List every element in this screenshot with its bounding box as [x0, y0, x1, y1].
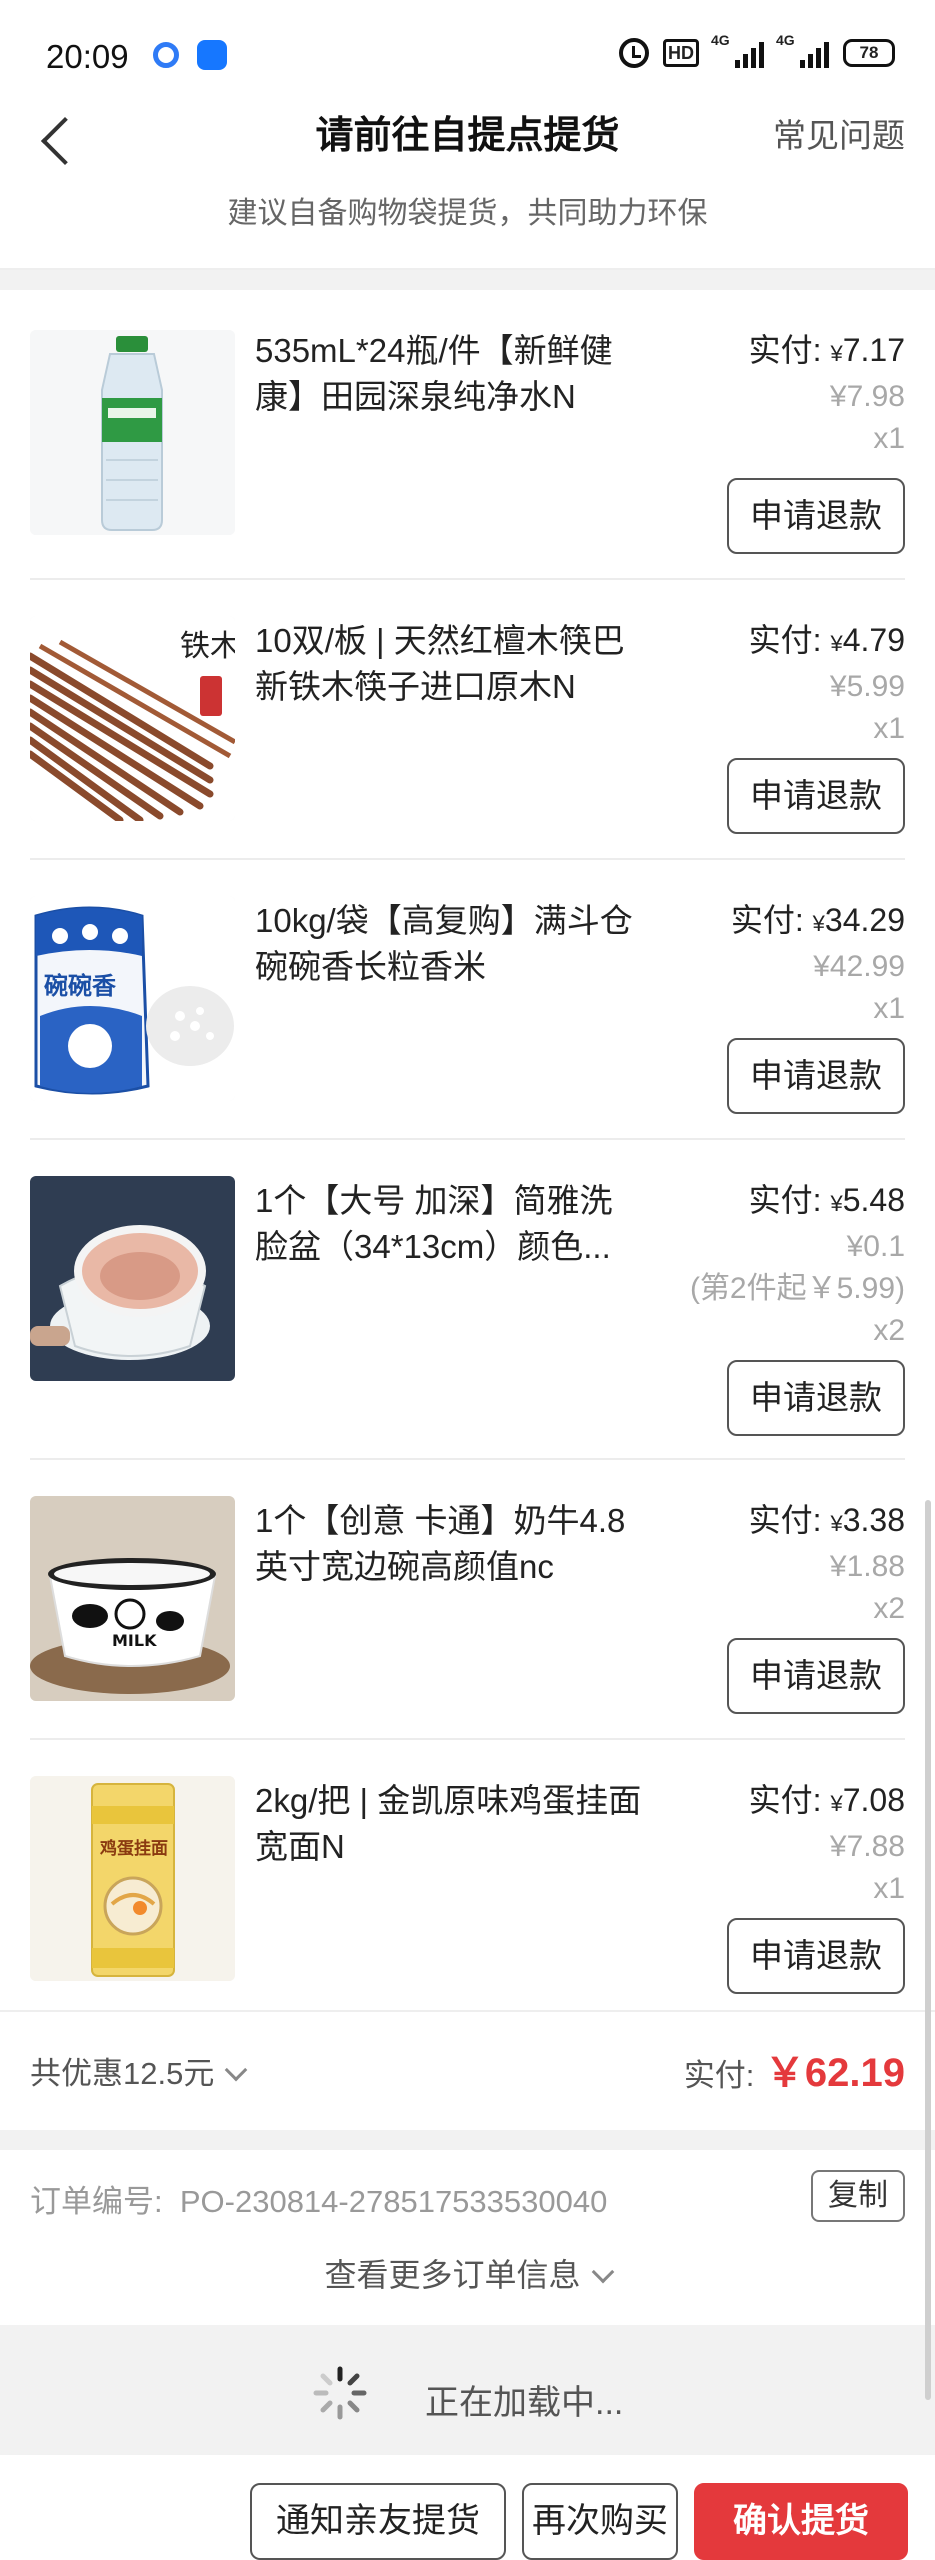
paid-price: 实付: ¥7.08: [748, 1782, 905, 1818]
order-item[interactable]: MILK 1个【创意 卡通】奶牛4.8英寸宽边碗高颜值nc 实付: ¥3.38 …: [0, 1460, 935, 1740]
refund-button[interactable]: 申请退款: [727, 758, 905, 834]
original-price: ¥1.88: [829, 1550, 905, 1583]
product-name[interactable]: 1个【大号 加深】简雅洗脸盆（34*13cm）颜色...: [255, 1178, 645, 1270]
order-info-card: 订单编号: PO-230814-278517533530040 复制 查看更多订…: [0, 2150, 935, 2325]
alarm-icon: [619, 38, 649, 68]
product-thumbnail[interactable]: 碗碗香: [30, 896, 235, 1101]
loading-indicator: 正在加载中...: [0, 2335, 935, 2455]
buy-again-button[interactable]: 再次购买: [522, 2483, 678, 2560]
discount-toggle[interactable]: 共优惠12.5元: [30, 2048, 248, 2093]
order-item[interactable]: 铁木筷 10双/板 | 天然红檀木筷巴新铁木筷子进口原木N 实付: ¥4.79 …: [0, 580, 935, 860]
second-item-price-note: (第2件起￥5.99): [689, 1272, 905, 1305]
product-thumbnail[interactable]: 铁木筷: [30, 616, 235, 821]
refund-button[interactable]: 申请退款: [727, 1918, 905, 1994]
confirm-pickup-button[interactable]: 确认提货: [694, 2483, 908, 2560]
product-name[interactable]: 10双/板 | 天然红檀木筷巴新铁木筷子进口原木N: [255, 618, 645, 710]
product-thumbnail[interactable]: MILK: [30, 1496, 235, 1701]
quantity: x1: [873, 992, 905, 1025]
order-total: 实付: ￥62.19: [684, 2040, 905, 2098]
chevron-down-icon: [591, 2260, 614, 2284]
original-price: ¥42.99: [813, 950, 905, 983]
product-thumbnail-text: 鸡蛋挂面: [99, 1838, 168, 1859]
product-thumbnail[interactable]: [30, 330, 235, 535]
product-thumbnail[interactable]: [30, 1176, 235, 1381]
status-bar: 20:09 HD 4G 4G 78: [0, 0, 935, 110]
price-block: 实付: ¥3.38 ¥1.88 x2: [749, 1498, 905, 1630]
product-thumbnail-text: 碗碗香: [44, 972, 117, 1000]
product-thumbnail-text: MILK: [112, 1631, 157, 1650]
signal-icon: 4G: [776, 32, 829, 68]
faq-link[interactable]: 常见问题: [773, 110, 905, 162]
bottom-action-bar: 通知亲友提货 再次购买 确认提货: [0, 2455, 935, 2560]
chevron-down-icon: [225, 2058, 248, 2082]
product-name[interactable]: 2kg/把 | 金凯原味鸡蛋挂面宽面N: [255, 1778, 645, 1870]
price-block: 实付: ¥7.17 ¥7.98 x1: [749, 328, 905, 460]
total-amount: ￥62.19: [764, 2051, 905, 2095]
signal-icon: 4G: [711, 32, 764, 68]
price-block: 实付: ¥34.29 ¥42.99 x1: [731, 898, 905, 1030]
page-header: 请前往自提点提货 常见问题 建议自备购物袋提货，共同助力环保: [0, 110, 935, 270]
quantity: x1: [873, 1872, 905, 1905]
paid-price: 实付: ¥4.79: [748, 622, 905, 658]
quantity: x2: [873, 1314, 905, 1347]
paid-price: 实付: ¥5.48: [748, 1182, 905, 1218]
product-name[interactable]: 535mL*24瓶/件【新鲜健康】田园深泉纯净水N: [255, 328, 645, 420]
price-block: 实付: ¥4.79 ¥5.99 x1: [749, 618, 905, 750]
spinner-icon: [313, 2366, 367, 2420]
refund-button[interactable]: 申请退款: [727, 478, 905, 554]
order-item[interactable]: 碗碗香 10kg/袋【高复购】满斗仓碗碗香长粒香米 实付: ¥34.29 ¥42…: [0, 860, 935, 1140]
original-price: ¥7.88: [829, 1830, 905, 1863]
total-label: 实付:: [683, 2058, 755, 2093]
refund-button[interactable]: 申请退款: [727, 1638, 905, 1714]
more-order-info-link[interactable]: 查看更多订单信息: [0, 2250, 935, 2296]
quantity: x2: [873, 1592, 905, 1625]
loading-text: 正在加载中...: [425, 2384, 624, 2422]
product-thumbnail[interactable]: 鸡蛋挂面: [30, 1776, 235, 1981]
product-thumbnail-text: 铁木筷: [180, 629, 235, 664]
quantity: x1: [873, 712, 905, 745]
order-summary: 共优惠12.5元 实付: ￥62.19: [0, 2010, 935, 2130]
quantity: x1: [873, 422, 905, 455]
original-price: ¥0.1: [846, 1230, 905, 1263]
scrollbar[interactable]: [925, 1500, 931, 2400]
refund-button[interactable]: 申请退款: [727, 1360, 905, 1436]
price-block: 实付: ¥5.48 ¥0.1 (第2件起￥5.99) x2: [690, 1178, 905, 1352]
copy-button[interactable]: 复制: [811, 2170, 905, 2222]
original-price: ¥5.99: [829, 670, 905, 703]
order-items-card: 535mL*24瓶/件【新鲜健康】田园深泉纯净水N 实付: ¥7.17 ¥7.9…: [0, 290, 935, 2010]
order-item[interactable]: 535mL*24瓶/件【新鲜健康】田园深泉纯净水N 实付: ¥7.17 ¥7.9…: [0, 290, 935, 580]
refund-button[interactable]: 申请退款: [727, 1038, 905, 1114]
order-item[interactable]: 鸡蛋挂面 2kg/把 | 金凯原味鸡蛋挂面宽面N 实付: ¥7.08 ¥7.88…: [0, 1740, 935, 2010]
hd-icon: HD: [663, 39, 699, 67]
paid-price: 实付: ¥34.29: [730, 902, 905, 938]
paid-price: 实付: ¥7.17: [748, 332, 905, 368]
product-name[interactable]: 1个【创意 卡通】奶牛4.8英寸宽边碗高颜值nc: [255, 1498, 645, 1590]
clock: 20:09: [46, 38, 129, 75]
notify-friend-button[interactable]: 通知亲友提货: [250, 2483, 506, 2560]
battery-icon: 78: [843, 39, 895, 67]
original-price: ¥7.98: [829, 380, 905, 413]
price-block: 实付: ¥7.08 ¥7.88 x1: [749, 1778, 905, 1910]
order-item[interactable]: 1个【大号 加深】简雅洗脸盆（34*13cm）颜色... 实付: ¥5.48 ¥…: [0, 1140, 935, 1460]
app-notification-icon: [197, 40, 227, 70]
app-notification-icon: [153, 42, 179, 68]
product-name[interactable]: 10kg/袋【高复购】满斗仓碗碗香长粒香米: [255, 898, 645, 990]
paid-price: 实付: ¥3.38: [748, 1502, 905, 1538]
order-number: 订单编号: PO-230814-278517533530040: [30, 2184, 608, 2219]
eco-tip: 建议自备购物袋提货，共同助力环保: [227, 197, 708, 230]
